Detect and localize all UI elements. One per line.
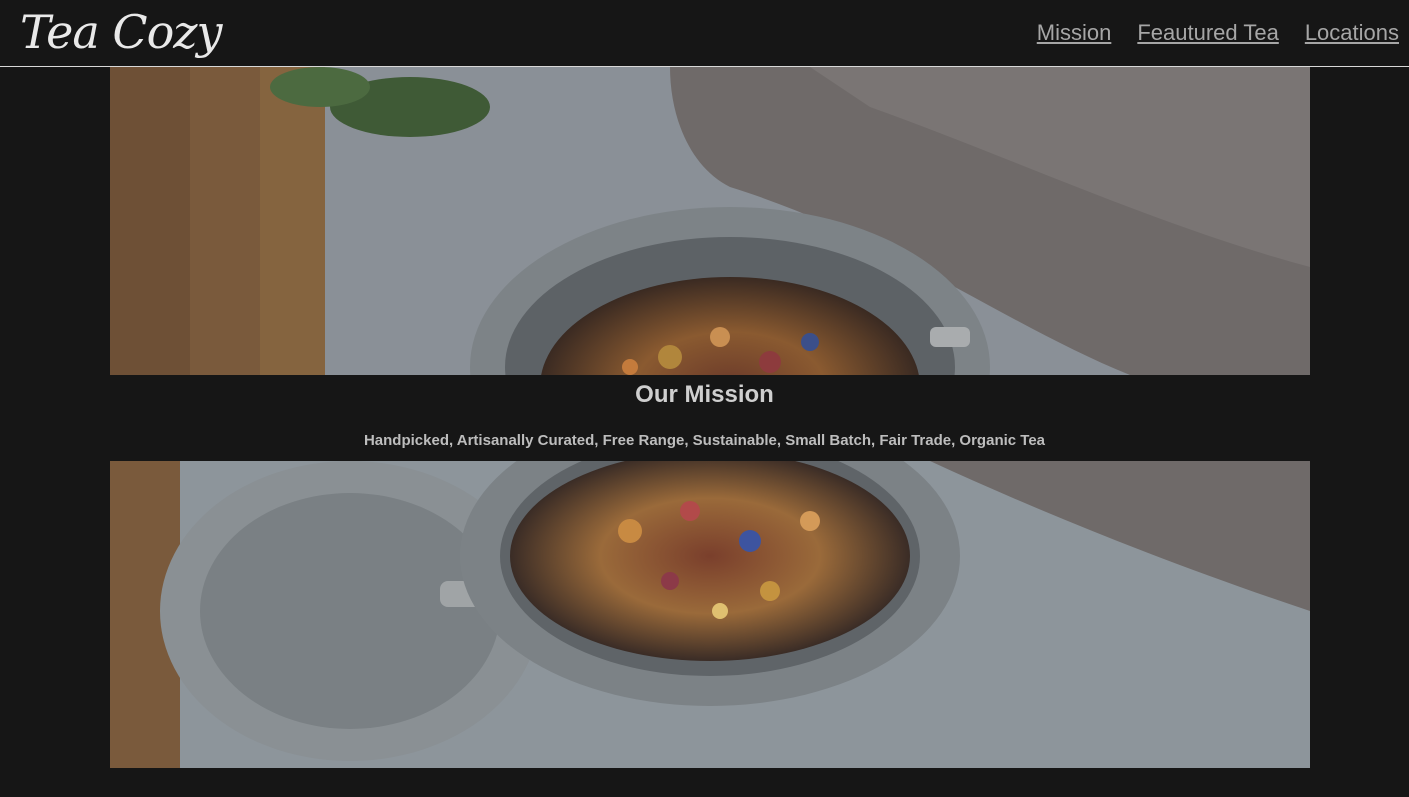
- mission-heading: Our Mission: [635, 381, 774, 408]
- site-header: Tea Cozy Mission Feautured Tea Locations: [0, 0, 1409, 67]
- nav-link-featured-tea[interactable]: Feautured Tea: [1137, 18, 1278, 48]
- nav-link-mission[interactable]: Mission: [1037, 18, 1112, 48]
- site-logo[interactable]: Tea Cozy: [20, 2, 222, 62]
- hero-image-tea-jar-bottom: [110, 461, 1310, 768]
- mission-tagline: Handpicked, Artisanally Curated, Free Ra…: [363, 432, 1046, 449]
- nav-link-locations[interactable]: Locations: [1305, 18, 1399, 48]
- main-nav: Mission Feautured Tea Locations: [1037, 18, 1399, 48]
- hero-image-tea-jar-top: [110, 67, 1310, 375]
